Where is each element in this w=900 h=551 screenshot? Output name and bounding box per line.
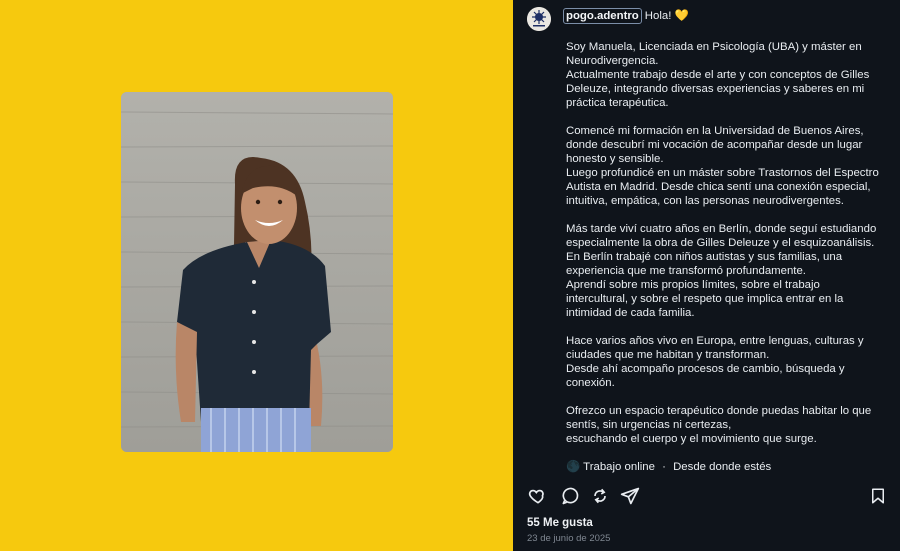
avatar-logo xyxy=(527,7,551,31)
caption-line: sentís, sin urgencias ni certezas, xyxy=(566,419,732,431)
caption-line: Ofrezco un espacio terapéutico donde pue… xyxy=(566,405,872,417)
likes-count[interactable]: 55 Me gusta xyxy=(527,517,593,529)
portrait-illustration xyxy=(121,92,393,452)
repost-button[interactable] xyxy=(589,485,611,507)
post-sidebar: pogo.adentro Hola! 💛 Soy Manuela, Licenc… xyxy=(513,0,900,551)
like-button[interactable] xyxy=(527,485,549,507)
heart-icon xyxy=(528,489,544,504)
share-button[interactable] xyxy=(619,485,641,507)
caption-line: Neurodivergencia. xyxy=(566,55,659,67)
comment-button[interactable] xyxy=(559,485,581,507)
footer-text-2: Desde donde estés xyxy=(673,461,772,473)
caption-line: práctica terapéutica. xyxy=(566,97,669,109)
caption-line: Aprendí sobre mis propios límites, sobre… xyxy=(566,279,820,291)
caption-line: intimidad de cada familia. xyxy=(566,307,695,319)
repost-icon xyxy=(594,488,606,504)
caption-paragraph: Soy Manuela, Licenciada en Psicología (U… xyxy=(566,40,892,110)
caption-line: Más tarde viví cuatro años en Berlín, do… xyxy=(566,223,877,235)
footer-separator: · xyxy=(662,461,666,473)
post-caption: pogo.adentro Hola! 💛 Soy Manuela, Licenc… xyxy=(563,8,892,474)
caption-line: conexión. xyxy=(566,377,615,389)
bookmark-icon xyxy=(872,488,884,504)
moon-emoji: 🌑 xyxy=(566,461,581,473)
caption-line: donde descubrí mi vocación de acompañar … xyxy=(566,139,863,151)
share-icon xyxy=(620,487,640,505)
caption-line: Luego profundicé en un máster sobre Tras… xyxy=(566,167,879,179)
username-link[interactable]: pogo.adentro xyxy=(563,8,642,24)
caption-line: Autista en Madrid. Desde chica sentí una… xyxy=(566,181,871,193)
caption-line: Deleuze, integrando diversas experiencia… xyxy=(566,83,865,95)
caption-line: intuitiva, empática, con las personas ne… xyxy=(566,195,844,207)
caption-body: Soy Manuela, Licenciada en Psicología (U… xyxy=(566,40,892,446)
caption-line: especialmente la obra de Gilles Deleuze … xyxy=(566,237,875,249)
post-media[interactable] xyxy=(0,0,513,551)
caption-line: intercultural, y sobre el respeto que im… xyxy=(566,293,844,305)
caption-line: Actualmente trabajo desde el arte y con … xyxy=(566,69,870,81)
caption-paragraph: Hace varios años vivo en Europa, entre l… xyxy=(566,334,892,390)
caption-line: honesto y sensible. xyxy=(566,153,664,165)
footer-text-1: Trabajo online xyxy=(583,461,655,473)
caption-line: experiencia que me transformó profundame… xyxy=(566,265,806,277)
caption-line: Soy Manuela, Licenciada en Psicología (U… xyxy=(566,41,862,53)
comment-icon xyxy=(562,487,579,505)
caption-paragraph: Ofrezco un espacio terapéutico donde pue… xyxy=(566,404,892,446)
caption-line: En Berlín trabajé con niños autistas y s… xyxy=(566,251,843,263)
caption-line: Comencé mi formación en la Universidad d… xyxy=(566,125,864,137)
greeting-text: Hola! 💛 xyxy=(644,10,689,22)
caption-header: pogo.adentro Hola! 💛 xyxy=(563,8,892,24)
caption-line: Hace varios años vivo en Europa, entre l… xyxy=(566,335,864,347)
portrait-photo xyxy=(121,92,393,452)
post-date: 23 de junio de 2025 xyxy=(527,533,611,544)
caption-paragraph: Comencé mi formación en la Universidad d… xyxy=(566,124,892,208)
avatar[interactable] xyxy=(527,7,551,31)
caption-line: Desde ahí acompaño procesos de cambio, b… xyxy=(566,363,845,375)
instagram-post: pogo.adentro Hola! 💛 Soy Manuela, Licenc… xyxy=(0,0,900,551)
caption-line: escuchando el cuerpo y el movimiento que… xyxy=(566,433,817,445)
footer-note: 🌑 Trabajo online · Desde donde estés xyxy=(566,460,892,474)
caption-paragraph: Más tarde viví cuatro años en Berlín, do… xyxy=(566,222,892,320)
save-button[interactable] xyxy=(867,485,889,507)
action-bar xyxy=(527,485,889,507)
caption-line: ciudades que me habitan y transforman. xyxy=(566,349,770,361)
